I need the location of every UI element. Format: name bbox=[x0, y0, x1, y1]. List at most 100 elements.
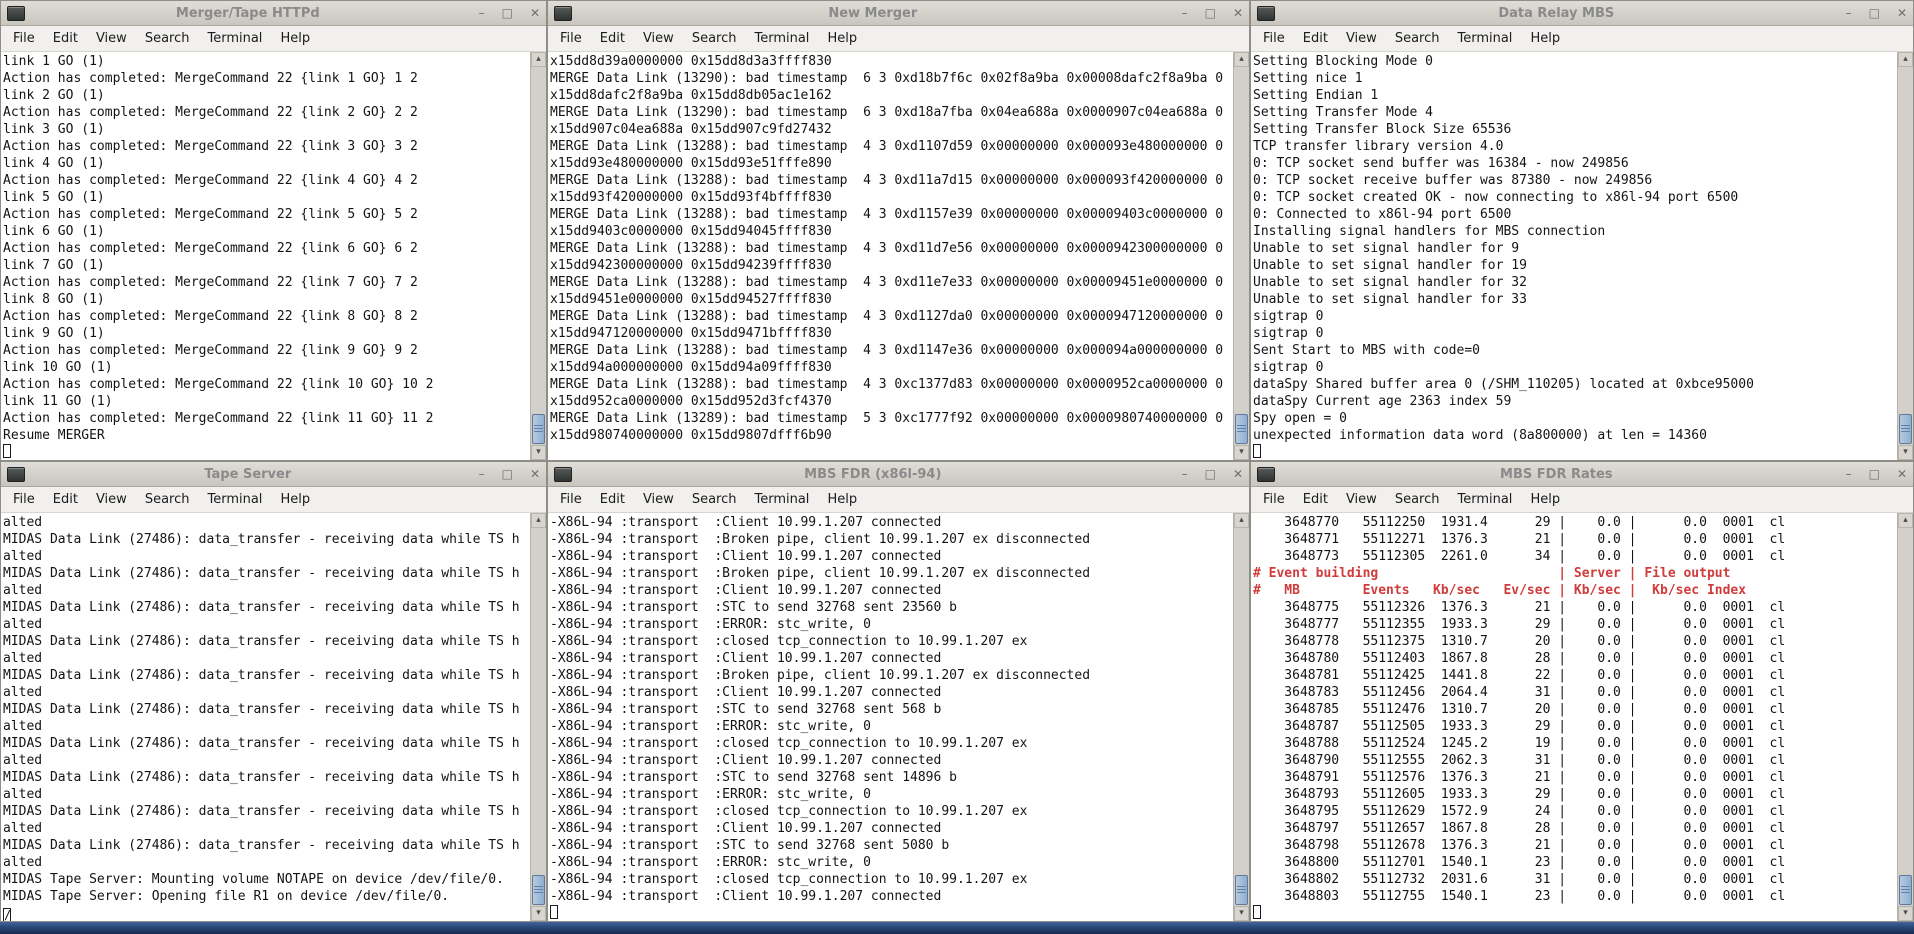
terminal-output[interactable]: 3648770 55112250 1931.4 29 | 0.0 | 0.0 0… bbox=[1251, 513, 1897, 921]
maximize-button[interactable]: □ bbox=[1205, 7, 1216, 19]
scrollbar-track[interactable] bbox=[531, 67, 546, 445]
titlebar[interactable]: MBS FDR Rates – □ ✕ bbox=[1251, 462, 1913, 487]
scroll-down-button[interactable]: ▾ bbox=[1898, 906, 1913, 921]
menu-file[interactable]: File bbox=[551, 26, 591, 51]
close-button[interactable]: ✕ bbox=[1233, 7, 1243, 19]
menu-view[interactable]: View bbox=[87, 487, 136, 512]
menu-help[interactable]: Help bbox=[1521, 487, 1569, 512]
menu-edit[interactable]: Edit bbox=[44, 26, 87, 51]
menu-file[interactable]: File bbox=[1254, 487, 1294, 512]
menu-search[interactable]: Search bbox=[683, 487, 746, 512]
scrollbar-track[interactable] bbox=[1898, 67, 1913, 445]
maximize-button[interactable]: □ bbox=[1869, 468, 1880, 480]
menu-terminal[interactable]: Terminal bbox=[1448, 487, 1521, 512]
terminal-line: MIDAS Data Link (27486): data_transfer -… bbox=[3, 532, 520, 547]
titlebar[interactable]: Data Relay MBS – □ ✕ bbox=[1251, 1, 1913, 26]
menu-search[interactable]: Search bbox=[683, 26, 746, 51]
scrollbar-track[interactable] bbox=[531, 528, 546, 906]
menu-terminal[interactable]: Terminal bbox=[198, 487, 271, 512]
terminal-output[interactable]: x15dd8d39a0000000 0x15dd8d3a3ffff830 MERG… bbox=[548, 52, 1233, 460]
titlebar[interactable]: Tape Server – □ ✕ bbox=[1, 462, 546, 487]
scroll-up-button[interactable]: ▴ bbox=[1234, 513, 1249, 528]
menu-search[interactable]: Search bbox=[1386, 487, 1449, 512]
menu-view[interactable]: View bbox=[634, 26, 683, 51]
scrollbar-thumb[interactable] bbox=[532, 414, 545, 444]
scroll-down-button[interactable]: ▾ bbox=[531, 906, 546, 921]
minimize-button[interactable]: – bbox=[1846, 7, 1852, 19]
minimize-button[interactable]: – bbox=[479, 468, 485, 480]
menu-edit[interactable]: Edit bbox=[591, 487, 634, 512]
scrollbar[interactable]: ▴ ▾ bbox=[530, 513, 546, 921]
menu-view[interactable]: View bbox=[87, 26, 136, 51]
menu-search[interactable]: Search bbox=[136, 487, 199, 512]
scrollbar-track[interactable] bbox=[1234, 528, 1249, 906]
menu-file[interactable]: File bbox=[1254, 26, 1294, 51]
minimize-button[interactable]: – bbox=[1182, 468, 1188, 480]
terminal-output[interactable]: Setting Blocking Mode 0 Setting nice 1 Set… bbox=[1251, 52, 1897, 460]
menu-terminal[interactable]: Terminal bbox=[198, 26, 271, 51]
maximize-button[interactable]: □ bbox=[1205, 468, 1216, 480]
terminal-line: 0: TCP socket send buffer was 16384 - no… bbox=[1253, 156, 1629, 171]
close-button[interactable]: ✕ bbox=[1233, 468, 1243, 480]
scroll-down-button[interactable]: ▾ bbox=[1898, 445, 1913, 460]
scrollbar-thumb[interactable] bbox=[1235, 875, 1248, 905]
menu-help[interactable]: Help bbox=[271, 26, 319, 51]
scroll-down-button[interactable]: ▾ bbox=[1234, 445, 1249, 460]
taskbar[interactable] bbox=[0, 922, 1914, 934]
scrollbar-thumb[interactable] bbox=[1899, 875, 1912, 905]
close-button[interactable]: ✕ bbox=[530, 468, 540, 480]
menu-file[interactable]: File bbox=[551, 487, 591, 512]
menu-search[interactable]: Search bbox=[136, 26, 199, 51]
scroll-up-button[interactable]: ▴ bbox=[1898, 52, 1913, 67]
close-button[interactable]: ✕ bbox=[1897, 7, 1907, 19]
scroll-up-button[interactable]: ▴ bbox=[531, 513, 546, 528]
terminal-output[interactable]: -X86L-94 :transport :Client 10.99.1.207 … bbox=[548, 513, 1233, 921]
minimize-button[interactable]: – bbox=[1182, 7, 1188, 19]
titlebar[interactable]: New Merger – □ ✕ bbox=[548, 1, 1249, 26]
menu-edit[interactable]: Edit bbox=[1294, 487, 1337, 512]
menu-file[interactable]: File bbox=[4, 487, 44, 512]
minimize-button[interactable]: – bbox=[1846, 468, 1852, 480]
menu-edit[interactable]: Edit bbox=[591, 26, 634, 51]
menu-view[interactable]: View bbox=[1337, 487, 1386, 512]
menu-file[interactable]: File bbox=[4, 26, 44, 51]
maximize-button[interactable]: □ bbox=[502, 468, 513, 480]
terminal-line: link 9 GO (1) bbox=[3, 326, 105, 341]
maximize-button[interactable]: □ bbox=[502, 7, 513, 19]
menu-terminal[interactable]: Terminal bbox=[745, 26, 818, 51]
scrollbar-thumb[interactable] bbox=[1899, 414, 1912, 444]
scrollbar-thumb[interactable] bbox=[1235, 414, 1248, 444]
scrollbar-track[interactable] bbox=[1234, 67, 1249, 445]
close-button[interactable]: ✕ bbox=[1897, 468, 1907, 480]
maximize-button[interactable]: □ bbox=[1869, 7, 1880, 19]
titlebar[interactable]: MBS FDR (x86l-94) – □ ✕ bbox=[548, 462, 1249, 487]
scrollbar[interactable]: ▴ ▾ bbox=[1233, 513, 1249, 921]
menu-search[interactable]: Search bbox=[1386, 26, 1449, 51]
titlebar[interactable]: Merger/Tape HTTPd – □ ✕ bbox=[1, 1, 546, 26]
scrollbar-track[interactable] bbox=[1898, 528, 1913, 906]
menu-terminal[interactable]: Terminal bbox=[745, 487, 818, 512]
scroll-up-button[interactable]: ▴ bbox=[1234, 52, 1249, 67]
menu-help[interactable]: Help bbox=[818, 487, 866, 512]
scrollbar[interactable]: ▴ ▾ bbox=[1233, 52, 1249, 460]
menu-terminal[interactable]: Terminal bbox=[1448, 26, 1521, 51]
menu-help[interactable]: Help bbox=[271, 487, 319, 512]
menu-edit[interactable]: Edit bbox=[1294, 26, 1337, 51]
close-button[interactable]: ✕ bbox=[530, 7, 540, 19]
scrollbar[interactable]: ▴ ▾ bbox=[1897, 52, 1913, 460]
scrollbar-thumb[interactable] bbox=[532, 875, 545, 905]
scrollbar[interactable]: ▴ ▾ bbox=[1897, 513, 1913, 921]
terminal-output[interactable]: link 1 GO (1) Action has completed: Merge… bbox=[1, 52, 530, 460]
menu-edit[interactable]: Edit bbox=[44, 487, 87, 512]
scroll-up-button[interactable]: ▴ bbox=[531, 52, 546, 67]
minimize-button[interactable]: – bbox=[479, 7, 485, 19]
scroll-down-button[interactable]: ▾ bbox=[1234, 906, 1249, 921]
menu-help[interactable]: Help bbox=[1521, 26, 1569, 51]
terminal-output[interactable]: alted MIDAS Data Link (27486): data_trans… bbox=[1, 513, 530, 921]
menu-view[interactable]: View bbox=[1337, 26, 1386, 51]
scroll-up-button[interactable]: ▴ bbox=[1898, 513, 1913, 528]
menu-view[interactable]: View bbox=[634, 487, 683, 512]
scrollbar[interactable]: ▴ ▾ bbox=[530, 52, 546, 460]
menu-help[interactable]: Help bbox=[818, 26, 866, 51]
scroll-down-button[interactable]: ▾ bbox=[531, 445, 546, 460]
